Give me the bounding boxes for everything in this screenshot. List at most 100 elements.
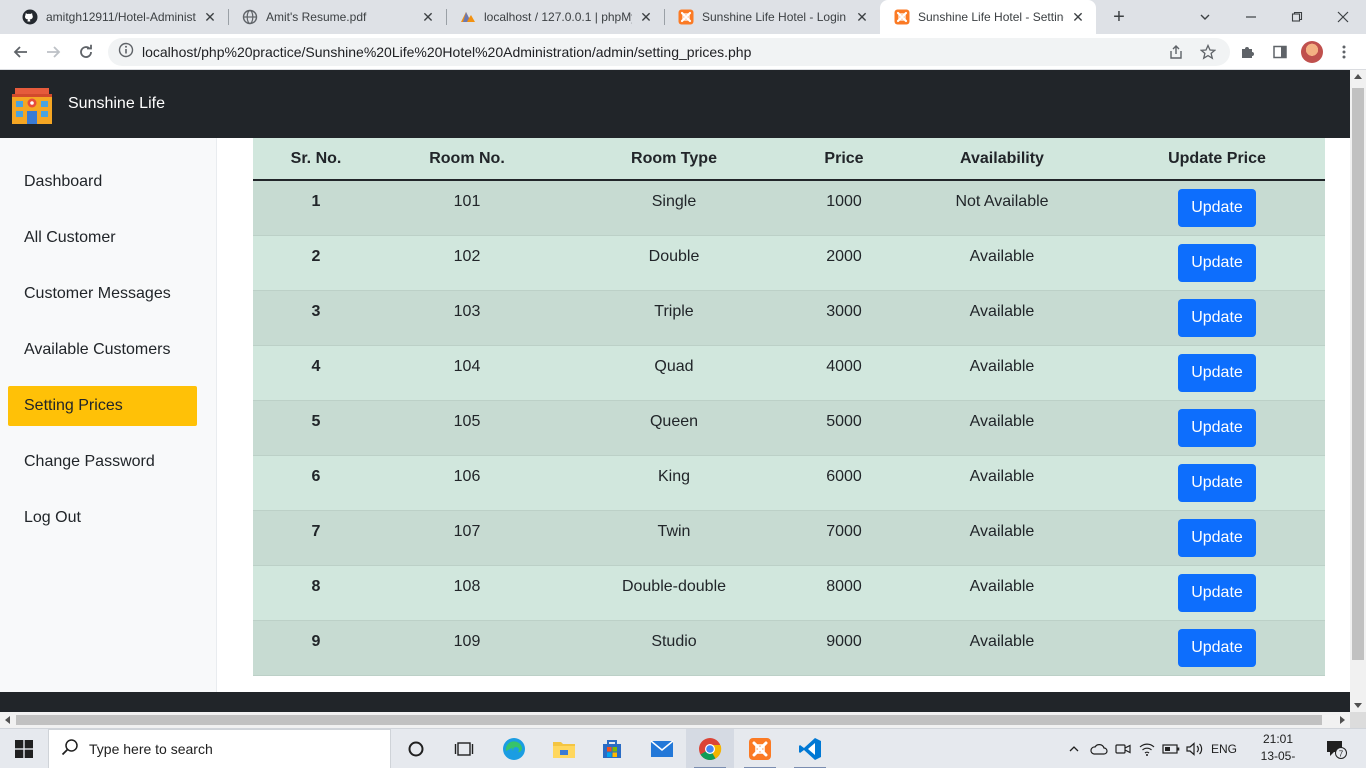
cell-room-no: 102 [379, 235, 555, 291]
cell-price: 8000 [793, 565, 895, 621]
cell-update: Update [1109, 565, 1325, 621]
cell-room-no: 107 [379, 510, 555, 566]
table-row: 9 109 Studio 9000 Available Update [253, 620, 1325, 676]
tab-title: amitgh12911/Hotel-Administ [46, 10, 196, 24]
phpmyadmin-icon [460, 9, 476, 25]
cortana-icon[interactable] [392, 729, 440, 768]
cell-sr-no: 6 [253, 455, 379, 511]
forward-icon[interactable] [41, 40, 65, 64]
sidebar-item-all-customer[interactable]: All Customer [8, 218, 197, 258]
cell-update: Update [1109, 290, 1325, 346]
sidebar-item-available-customers[interactable]: Available Customers [8, 330, 197, 370]
side-panel-icon[interactable] [1268, 38, 1292, 66]
share-icon[interactable] [1164, 38, 1188, 66]
sidebar-item-setting-prices[interactable]: Setting Prices [8, 386, 197, 426]
show-hidden-icons-chevron-icon[interactable] [1064, 729, 1084, 768]
tab-close-icon[interactable]: ✕ [202, 9, 218, 25]
tab-close-icon[interactable]: ✕ [420, 9, 436, 25]
taskbar-search-input[interactable]: Type here to search [48, 729, 391, 768]
vertical-scrollbar[interactable] [1350, 70, 1366, 712]
microsoft-store-icon[interactable] [588, 729, 636, 768]
volume-icon[interactable] [1184, 729, 1206, 768]
update-button[interactable]: Update [1178, 243, 1256, 282]
tab-close-icon[interactable]: ✕ [638, 9, 654, 25]
info-icon[interactable] [118, 42, 134, 63]
sidebar-item-dashboard[interactable]: Dashboard [8, 162, 197, 202]
mail-icon[interactable] [638, 729, 686, 768]
file-explorer-icon[interactable] [540, 729, 588, 768]
task-view-icon[interactable] [440, 729, 488, 768]
sidebar-item-log-out[interactable]: Log Out [8, 498, 197, 538]
language-indicator[interactable]: ENG [1208, 729, 1240, 768]
scroll-up-arrow-icon[interactable] [1354, 74, 1362, 79]
onedrive-cloud-icon[interactable] [1088, 729, 1110, 768]
url-text: localhost/php%20practice/Sunshine%20Life… [142, 44, 752, 60]
cell-sr-no: 5 [253, 400, 379, 456]
tab-search-chevron-icon[interactable] [1182, 0, 1228, 34]
sidebar-item-change-password[interactable]: Change Password [8, 442, 197, 482]
close-window-icon[interactable] [1320, 0, 1366, 34]
scroll-left-arrow-icon[interactable] [5, 716, 10, 724]
wifi-icon[interactable] [1136, 729, 1158, 768]
battery-icon[interactable] [1160, 729, 1182, 768]
taskbar-clock[interactable]: 21:01 13-05-2022 [1248, 731, 1308, 768]
xampp-taskbar-icon[interactable] [736, 729, 784, 768]
browser-tab-phpmyadmin[interactable]: localhost / 127.0.0.1 | phpMy ✕ [446, 0, 664, 34]
browser-tab-login[interactable]: Sunshine Life Hotel - Login ✕ [664, 0, 880, 34]
update-button[interactable]: Update [1178, 518, 1256, 557]
chrome-icon[interactable] [686, 729, 734, 768]
minimize-icon[interactable] [1228, 0, 1274, 34]
update-button[interactable]: Update [1178, 573, 1256, 612]
notification-center-icon[interactable]: 7 [1318, 729, 1354, 768]
cell-availability: Not Available [895, 180, 1109, 236]
clock-date: 13-05-2022 [1260, 749, 1296, 768]
scroll-right-arrow-icon[interactable] [1340, 716, 1345, 724]
windows-start-icon[interactable] [0, 729, 48, 768]
browser-tab-github[interactable]: amitgh12911/Hotel-Administ ✕ [8, 0, 228, 34]
cell-sr-no: 8 [253, 565, 379, 621]
update-button[interactable]: Update [1178, 353, 1256, 392]
scroll-down-arrow-icon[interactable] [1354, 703, 1362, 708]
header-sr-no: Sr. No. [253, 138, 379, 181]
browser-tab-setting-prices[interactable]: Sunshine Life Hotel - Setting ✕ [880, 0, 1096, 34]
update-button[interactable]: Update [1178, 298, 1256, 337]
profile-avatar[interactable] [1301, 41, 1323, 63]
back-icon[interactable] [9, 40, 33, 64]
tab-title: Sunshine Life Hotel - Setting [918, 10, 1064, 24]
tab-close-icon[interactable]: ✕ [854, 9, 870, 25]
reload-icon[interactable] [74, 40, 98, 64]
cell-update: Update [1109, 620, 1325, 676]
cell-availability: Available [895, 510, 1109, 566]
tab-close-icon[interactable]: ✕ [1070, 9, 1086, 25]
new-tab-icon[interactable]: + [1108, 6, 1130, 28]
meet-now-icon[interactable] [1112, 729, 1134, 768]
update-button[interactable]: Update [1178, 408, 1256, 447]
cell-availability: Available [895, 620, 1109, 676]
address-bar[interactable]: localhost/php%20practice/Sunshine%20Life… [108, 38, 1230, 66]
vertical-scrollbar-thumb[interactable] [1352, 88, 1364, 660]
edge-browser-icon[interactable] [490, 729, 538, 768]
browser-tab-resume[interactable]: Amit's Resume.pdf ✕ [228, 0, 446, 34]
table-row: 3 103 Triple 3000 Available Update [253, 290, 1325, 346]
cell-availability: Available [895, 455, 1109, 511]
browser-tab-strip: amitgh12911/Hotel-Administ ✕ Amit's Resu… [0, 0, 1366, 34]
bookmark-star-icon[interactable] [1196, 38, 1220, 66]
hotel-logo-icon[interactable] [12, 84, 52, 124]
update-button[interactable]: Update [1178, 463, 1256, 502]
horizontal-scrollbar[interactable] [0, 712, 1350, 728]
cell-update: Update [1109, 400, 1325, 456]
cell-sr-no: 4 [253, 345, 379, 401]
cell-room-type: Studio [555, 620, 793, 676]
sidebar-item-customer-messages[interactable]: Customer Messages [8, 274, 197, 314]
update-button[interactable]: Update [1178, 628, 1256, 667]
table-header-row: Sr. No. Room No. Room Type Price Availab… [253, 138, 1325, 181]
browser-menu-icon[interactable] [1332, 38, 1356, 66]
vscode-icon[interactable] [786, 729, 834, 768]
cell-price: 7000 [793, 510, 895, 566]
restore-icon[interactable] [1274, 0, 1320, 34]
horizontal-scrollbar-thumb[interactable] [16, 715, 1322, 725]
cell-update: Update [1109, 235, 1325, 291]
brand-name[interactable]: Sunshine Life [68, 95, 165, 113]
extensions-puzzle-icon[interactable] [1236, 38, 1260, 66]
update-button[interactable]: Update [1178, 189, 1256, 227]
